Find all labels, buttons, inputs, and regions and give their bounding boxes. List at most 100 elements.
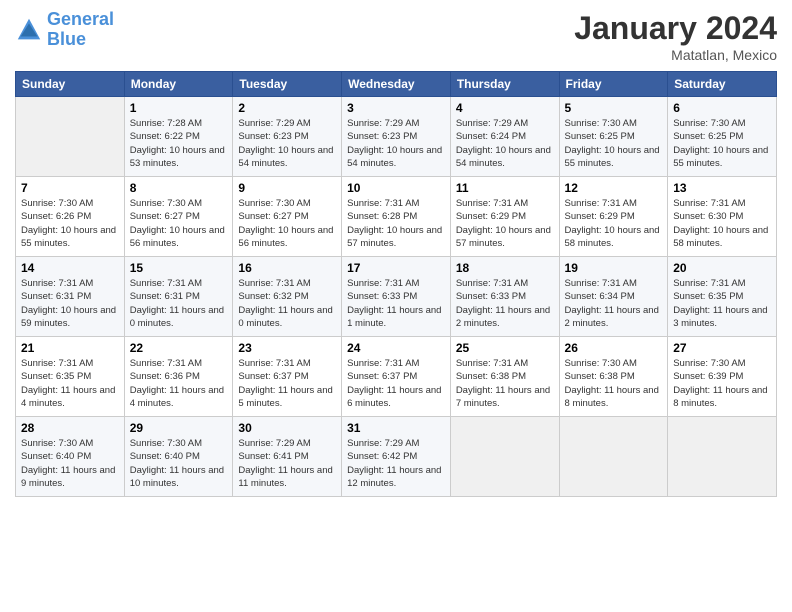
table-cell: 22Sunrise: 7:31 AMSunset: 6:36 PMDayligh… [124, 337, 233, 417]
day-number: 21 [21, 341, 119, 355]
week-row-5: 28 Sunrise: 7:30 AMSunset: 6:40 PMDayligh… [16, 417, 777, 497]
table-cell: 25 Sunrise: 7:31 AMSunset: 6:38 PMDayligh… [450, 337, 559, 417]
day-number: 19 [565, 261, 663, 275]
day-number: 10 [347, 181, 445, 195]
day-number: 5 [565, 101, 663, 115]
col-saturday: Saturday [668, 72, 777, 97]
day-number: 31 [347, 421, 445, 435]
day-number: 17 [347, 261, 445, 275]
table-cell: 9Sunrise: 7:30 AMSunset: 6:27 PMDaylight… [233, 177, 342, 257]
day-number: 4 [456, 101, 554, 115]
day-info: Sunrise: 7:31 AMSunset: 6:29 PMDaylight:… [565, 197, 663, 250]
table-cell: 1Sunrise: 7:28 AMSunset: 6:22 PMDaylight… [124, 97, 233, 177]
day-info: Sunrise: 7:30 AMSunset: 6:26 PMDaylight:… [21, 197, 119, 250]
day-info: Sunrise: 7:29 AMSunset: 6:23 PMDaylight:… [347, 117, 445, 170]
table-cell: 10 Sunrise: 7:31 AMSunset: 6:28 PMDayligh… [342, 177, 451, 257]
page-container: General Blue January 2024 Matatlan, Mexi… [0, 0, 792, 507]
table-cell: 26 Sunrise: 7:30 AMSunset: 6:38 PMDayligh… [559, 337, 668, 417]
table-cell: 3 Sunrise: 7:29 AMSunset: 6:23 PMDaylight… [342, 97, 451, 177]
table-cell: 13 Sunrise: 7:31 AMSunset: 6:30 PMDayligh… [668, 177, 777, 257]
day-number: 30 [238, 421, 336, 435]
day-info: Sunrise: 7:31 AMSunset: 6:33 PMDaylight:… [456, 277, 554, 330]
day-info: Sunrise: 7:30 AMSunset: 6:40 PMDaylight:… [21, 437, 119, 490]
week-row-2: 7 Sunrise: 7:30 AMSunset: 6:26 PMDaylight… [16, 177, 777, 257]
day-number: 2 [238, 101, 336, 115]
day-info: Sunrise: 7:31 AMSunset: 6:31 PMDaylight:… [130, 277, 228, 330]
day-info: Sunrise: 7:30 AMSunset: 6:39 PMDaylight:… [673, 357, 771, 410]
day-info: Sunrise: 7:30 AMSunset: 6:25 PMDaylight:… [673, 117, 771, 170]
day-info: Sunrise: 7:31 AMSunset: 6:32 PMDaylight:… [238, 277, 336, 330]
day-number: 13 [673, 181, 771, 195]
table-cell: 8Sunrise: 7:30 AMSunset: 6:27 PMDaylight… [124, 177, 233, 257]
table-cell: 24Sunrise: 7:31 AMSunset: 6:37 PMDayligh… [342, 337, 451, 417]
table-cell [16, 97, 125, 177]
logo-icon [15, 16, 43, 44]
day-info: Sunrise: 7:31 AMSunset: 6:35 PMDaylight:… [673, 277, 771, 330]
table-cell: 27 Sunrise: 7:30 AMSunset: 6:39 PMDayligh… [668, 337, 777, 417]
table-cell [668, 417, 777, 497]
month-title: January 2024 [574, 10, 777, 47]
day-info: Sunrise: 7:31 AMSunset: 6:29 PMDaylight:… [456, 197, 554, 250]
day-number: 25 [456, 341, 554, 355]
day-info: Sunrise: 7:31 AMSunset: 6:28 PMDaylight:… [347, 197, 445, 250]
table-cell: 29 Sunrise: 7:30 AMSunset: 6:40 PMDayligh… [124, 417, 233, 497]
table-cell: 5 Sunrise: 7:30 AMSunset: 6:25 PMDaylight… [559, 97, 668, 177]
day-info: Sunrise: 7:31 AMSunset: 6:34 PMDaylight:… [565, 277, 663, 330]
day-info: Sunrise: 7:30 AMSunset: 6:25 PMDaylight:… [565, 117, 663, 170]
table-cell: 15 Sunrise: 7:31 AMSunset: 6:31 PMDayligh… [124, 257, 233, 337]
day-number: 3 [347, 101, 445, 115]
day-info: Sunrise: 7:31 AMSunset: 6:33 PMDaylight:… [347, 277, 445, 330]
table-cell: 17 Sunrise: 7:31 AMSunset: 6:33 PMDayligh… [342, 257, 451, 337]
col-sunday: Sunday [16, 72, 125, 97]
logo: General Blue [15, 10, 114, 50]
day-number: 6 [673, 101, 771, 115]
table-cell [450, 417, 559, 497]
day-number: 29 [130, 421, 228, 435]
table-cell: 11 Sunrise: 7:31 AMSunset: 6:29 PMDayligh… [450, 177, 559, 257]
table-cell: 7 Sunrise: 7:30 AMSunset: 6:26 PMDaylight… [16, 177, 125, 257]
day-info: Sunrise: 7:29 AMSunset: 6:41 PMDaylight:… [238, 437, 336, 490]
day-info: Sunrise: 7:31 AMSunset: 6:31 PMDaylight:… [21, 277, 119, 330]
day-info: Sunrise: 7:31 AMSunset: 6:30 PMDaylight:… [673, 197, 771, 250]
day-info: Sunrise: 7:31 AMSunset: 6:38 PMDaylight:… [456, 357, 554, 410]
day-number: 14 [21, 261, 119, 275]
day-number: 28 [21, 421, 119, 435]
day-info: Sunrise: 7:29 AMSunset: 6:24 PMDaylight:… [456, 117, 554, 170]
day-info: Sunrise: 7:31 AMSunset: 6:35 PMDaylight:… [21, 357, 119, 410]
day-info: Sunrise: 7:30 AMSunset: 6:40 PMDaylight:… [130, 437, 228, 490]
table-cell: 2Sunrise: 7:29 AMSunset: 6:23 PMDaylight… [233, 97, 342, 177]
col-friday: Friday [559, 72, 668, 97]
day-number: 7 [21, 181, 119, 195]
day-number: 16 [238, 261, 336, 275]
table-cell: 18 Sunrise: 7:31 AMSunset: 6:33 PMDayligh… [450, 257, 559, 337]
table-cell: 31 Sunrise: 7:29 AMSunset: 6:42 PMDayligh… [342, 417, 451, 497]
table-cell [559, 417, 668, 497]
col-thursday: Thursday [450, 72, 559, 97]
table-cell: 20Sunrise: 7:31 AMSunset: 6:35 PMDayligh… [668, 257, 777, 337]
calendar-table: Sunday Monday Tuesday Wednesday Thursday… [15, 71, 777, 497]
table-cell: 23 Sunrise: 7:31 AMSunset: 6:37 PMDayligh… [233, 337, 342, 417]
day-number: 23 [238, 341, 336, 355]
table-cell: 6 Sunrise: 7:30 AMSunset: 6:25 PMDaylight… [668, 97, 777, 177]
day-number: 26 [565, 341, 663, 355]
logo-text: General Blue [47, 10, 114, 50]
day-number: 11 [456, 181, 554, 195]
week-row-1: 1Sunrise: 7:28 AMSunset: 6:22 PMDaylight… [16, 97, 777, 177]
day-number: 12 [565, 181, 663, 195]
table-cell: 19 Sunrise: 7:31 AMSunset: 6:34 PMDayligh… [559, 257, 668, 337]
week-row-4: 21 Sunrise: 7:31 AMSunset: 6:35 PMDayligh… [16, 337, 777, 417]
day-number: 27 [673, 341, 771, 355]
table-cell: 16 Sunrise: 7:31 AMSunset: 6:32 PMDayligh… [233, 257, 342, 337]
table-cell: 30 Sunrise: 7:29 AMSunset: 6:41 PMDayligh… [233, 417, 342, 497]
table-cell: 28 Sunrise: 7:30 AMSunset: 6:40 PMDayligh… [16, 417, 125, 497]
day-info: Sunrise: 7:29 AMSunset: 6:42 PMDaylight:… [347, 437, 445, 490]
day-number: 18 [456, 261, 554, 275]
table-cell: 14 Sunrise: 7:31 AMSunset: 6:31 PMDayligh… [16, 257, 125, 337]
day-info: Sunrise: 7:31 AMSunset: 6:37 PMDaylight:… [238, 357, 336, 410]
day-info: Sunrise: 7:30 AMSunset: 6:38 PMDaylight:… [565, 357, 663, 410]
day-number: 22 [130, 341, 228, 355]
title-block: January 2024 Matatlan, Mexico [574, 10, 777, 63]
day-number: 15 [130, 261, 228, 275]
table-cell: 4 Sunrise: 7:29 AMSunset: 6:24 PMDaylight… [450, 97, 559, 177]
day-number: 9 [238, 181, 336, 195]
